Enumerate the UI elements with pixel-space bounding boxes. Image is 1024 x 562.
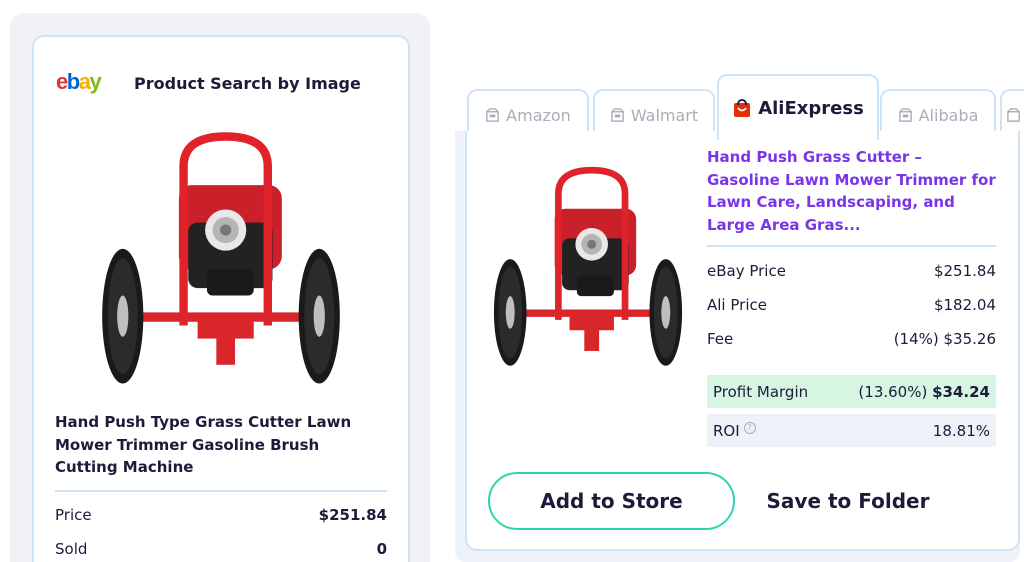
ebay-price-label: eBay Price xyxy=(707,262,786,280)
product-image xyxy=(488,140,688,396)
tab-walmart-label: Walmart xyxy=(630,105,699,125)
panel-title: Product Search by Image xyxy=(134,74,361,93)
ebay-product-title: Hand Push Type Grass Cutter Lawn Mower T… xyxy=(55,413,352,476)
ali-price-row: Ali Price $182.04 xyxy=(707,296,996,314)
profit-margin-value: (13.60%) $34.24 xyxy=(858,383,990,401)
ebay-price-row: eBay Price $251.84 xyxy=(707,262,996,280)
fee-row: Fee (14%) $35.26 xyxy=(707,330,996,348)
divider xyxy=(55,490,387,492)
tab-aliexpress-label: AliExpress xyxy=(758,97,864,119)
ebay-price-value: $251.84 xyxy=(933,262,996,280)
box-icon xyxy=(898,107,912,122)
roi-label: ROI xyxy=(713,421,740,440)
price-label: Price xyxy=(55,506,92,524)
info-icon[interactable]: ? xyxy=(743,421,756,434)
box-icon xyxy=(1007,107,1020,122)
aliexpress-bag-icon xyxy=(734,99,751,117)
sold-value: 0 xyxy=(376,540,387,558)
roi-label-group: ROI? xyxy=(713,421,756,440)
profit-margin-label: Profit Margin xyxy=(713,382,809,401)
profit-margin-amount: $34.24 xyxy=(932,382,990,401)
ali-price-value: $182.04 xyxy=(933,296,996,314)
price-value: $251.84 xyxy=(318,506,387,524)
sold-row: Sold 0 xyxy=(55,540,387,558)
divider xyxy=(707,245,996,247)
tab-aliexpress[interactable]: AliExpress xyxy=(717,74,879,140)
price-row: Price $251.84 xyxy=(55,506,387,524)
ali-price-label: Ali Price xyxy=(707,296,767,314)
sold-label: Sold xyxy=(55,540,88,558)
box-icon xyxy=(486,107,499,122)
profit-margin-percent: (13.60%) xyxy=(858,382,928,401)
aliexpress-product-title[interactable]: Hand Push Grass Cutter – Gasoline Lawn M… xyxy=(707,146,997,236)
tab-amazon-label: Amazon xyxy=(506,105,571,125)
product-image xyxy=(86,129,356,391)
ebay-product-card: ebay Product Search by Image Hand Push T… xyxy=(32,35,410,562)
box-icon xyxy=(611,107,624,122)
fee-label: Fee xyxy=(707,330,734,348)
save-to-folder-button[interactable]: Save to Folder xyxy=(752,472,944,530)
ebay-logo: ebay xyxy=(56,69,102,94)
profit-margin-row: Profit Margin (13.60%) $34.24 xyxy=(707,375,996,408)
tab-alibaba-label: Alibaba xyxy=(918,105,979,125)
roi-value: 18.81% xyxy=(932,421,990,440)
fee-value: (14%) $35.26 xyxy=(893,330,996,348)
roi-row: ROI? 18.81% xyxy=(707,414,996,447)
add-to-store-button[interactable]: Add to Store xyxy=(488,472,735,530)
